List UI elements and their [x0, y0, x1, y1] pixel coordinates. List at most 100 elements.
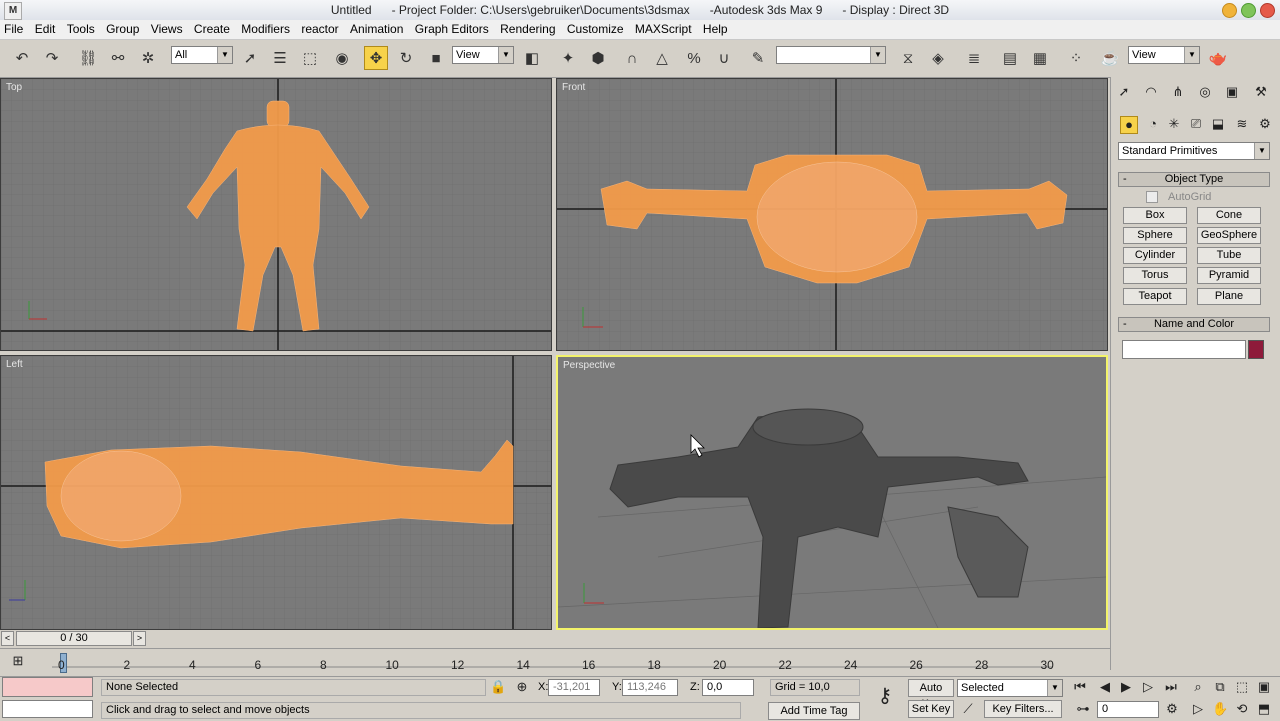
viewport-left-label[interactable]: Left: [6, 359, 23, 370]
menu-maxscript[interactable]: MAXScript: [631, 20, 696, 36]
field-of-view-icon[interactable]: ▷: [1190, 701, 1206, 717]
time-configuration-icon[interactable]: ⚙: [1164, 701, 1180, 717]
quick-render-icon[interactable]: 🫖: [1206, 46, 1230, 70]
menu-views[interactable]: Views: [147, 20, 187, 36]
time-slider-thumb[interactable]: 0 / 30: [16, 631, 132, 646]
name-and-color-rollout[interactable]: - Name and Color: [1118, 317, 1270, 332]
menu-modifiers[interactable]: Modifiers: [237, 20, 294, 36]
absolute-transform-icon[interactable]: ⊕: [514, 679, 530, 695]
render-setup-icon[interactable]: ☕: [1098, 46, 1122, 70]
angle-snap-icon[interactable]: △: [650, 46, 674, 70]
viewport-front[interactable]: Front: [556, 78, 1108, 351]
pan-view-icon[interactable]: ✋: [1212, 701, 1228, 717]
object-type-rollout[interactable]: - Object Type: [1118, 172, 1270, 187]
menu-create[interactable]: Create: [190, 20, 234, 36]
track-bar[interactable]: ⊞ 0 2 4 6 8 10 12 14 16 18 20 22 24 26 28 30: [0, 648, 1110, 676]
select-and-move-icon[interactable]: ✥: [364, 46, 388, 70]
category-dropdown[interactable]: Standard Primitives ▼: [1118, 142, 1270, 160]
unlink-icon[interactable]: ⚯: [106, 46, 130, 70]
schematic-view-icon[interactable]: ▦: [1028, 46, 1052, 70]
curve-editor-icon[interactable]: ▤: [998, 46, 1022, 70]
motion-tab-icon[interactable]: ◎: [1197, 84, 1213, 100]
redo-icon[interactable]: ↷: [40, 46, 64, 70]
object-name-input[interactable]: [1122, 340, 1246, 359]
menu-edit[interactable]: Edit: [31, 20, 60, 36]
key-mode-toggle-icon[interactable]: ⊶: [1075, 701, 1091, 717]
key-filters-button[interactable]: Key Filters...: [984, 700, 1062, 718]
modify-tab-icon[interactable]: ◠: [1143, 84, 1159, 100]
teapot-button[interactable]: Teapot: [1123, 288, 1187, 305]
shapes-category-icon[interactable]: ◔: [1145, 116, 1161, 132]
layer-manager-icon[interactable]: ≣: [962, 46, 986, 70]
default-in-out-tangent-icon[interactable]: ⟋: [960, 701, 976, 717]
systems-category-icon[interactable]: ⚙: [1257, 116, 1273, 132]
close-button[interactable]: [1260, 3, 1275, 18]
percent-snap-icon[interactable]: %: [682, 46, 706, 70]
lock-selection-icon[interactable]: 🔒: [490, 679, 506, 695]
select-and-scale-icon[interactable]: ■: [424, 46, 448, 70]
object-color-swatch[interactable]: [1248, 340, 1264, 359]
go-to-start-icon[interactable]: ⏮: [1072, 679, 1088, 695]
select-and-rotate-icon[interactable]: ↻: [394, 46, 418, 70]
viewport-perspective-label[interactable]: Perspective: [563, 360, 615, 371]
menu-animation[interactable]: Animation: [346, 20, 407, 36]
bind-space-warp-icon[interactable]: ✲: [136, 46, 160, 70]
time-slider-prev-button[interactable]: <: [1, 631, 14, 646]
window-crossing-icon[interactable]: ◉: [330, 46, 354, 70]
select-object-icon[interactable]: ➚: [238, 46, 262, 70]
named-selection-dropdown[interactable]: ▼: [776, 46, 886, 64]
torus-button[interactable]: Torus: [1123, 267, 1187, 284]
viewport-front-label[interactable]: Front: [562, 82, 585, 93]
time-slider-track[interactable]: [0, 630, 1110, 647]
sphere-button[interactable]: Sphere: [1123, 227, 1187, 244]
menu-graph-editors[interactable]: Graph Editors: [411, 20, 493, 36]
menu-rendering[interactable]: Rendering: [496, 20, 559, 36]
minimize-button[interactable]: [1222, 3, 1237, 18]
key-mode-dropdown[interactable]: Selected ▼: [957, 679, 1063, 697]
open-mini-curve-editor-icon[interactable]: ⊞: [10, 653, 26, 669]
mirror-icon[interactable]: ⧖: [896, 46, 920, 70]
space-warps-category-icon[interactable]: ≋: [1234, 116, 1250, 132]
keyboard-shortcut-override-icon[interactable]: ⬢: [586, 46, 610, 70]
rectangular-selection-icon[interactable]: ⬚: [298, 46, 322, 70]
maxscript-listener-mini[interactable]: [2, 677, 93, 697]
snaps-toggle-icon[interactable]: ∩: [620, 46, 644, 70]
view-dropdown[interactable]: View ▼: [1128, 46, 1200, 64]
autogrid-checkbox[interactable]: [1146, 191, 1158, 203]
spinner-snap-icon[interactable]: ∪: [712, 46, 736, 70]
cylinder-button[interactable]: Cylinder: [1123, 247, 1187, 264]
material-editor-icon[interactable]: ⁘: [1064, 46, 1088, 70]
display-tab-icon[interactable]: ▣: [1224, 84, 1240, 100]
menu-tools[interactable]: Tools: [63, 20, 99, 36]
utilities-tab-icon[interactable]: ⚒: [1253, 84, 1269, 100]
menu-file[interactable]: File: [0, 20, 27, 36]
viewport-left[interactable]: Left: [0, 355, 552, 630]
pyramid-button[interactable]: Pyramid: [1197, 267, 1261, 284]
viewport-top-label[interactable]: Top: [6, 82, 22, 93]
plane-button[interactable]: Plane: [1197, 288, 1261, 305]
zoom-icon[interactable]: ⌕: [1190, 679, 1206, 695]
arc-rotate-icon[interactable]: ⟲: [1234, 701, 1250, 717]
add-time-tag-button[interactable]: Add Time Tag: [768, 702, 860, 720]
viewport-perspective[interactable]: Perspective: [556, 355, 1108, 630]
auto-key-button[interactable]: Auto Key: [908, 679, 954, 710]
geosphere-button[interactable]: GeoSphere: [1197, 227, 1261, 244]
select-by-name-icon[interactable]: ☰: [268, 46, 292, 70]
lights-category-icon[interactable]: ✳: [1166, 116, 1182, 132]
create-tab-icon[interactable]: ➚: [1116, 84, 1132, 100]
next-frame-icon[interactable]: ▷: [1140, 679, 1156, 695]
geometry-category-icon[interactable]: ●: [1120, 116, 1138, 134]
z-coord-input[interactable]: 0,0: [702, 679, 754, 696]
cameras-category-icon[interactable]: ⎚: [1188, 116, 1204, 132]
reference-coordinate-dropdown[interactable]: View ▼: [452, 46, 514, 64]
set-key-button[interactable]: Set Key: [908, 700, 954, 718]
set-key-icon[interactable]: ⚷: [872, 686, 898, 706]
edit-named-selection-icon[interactable]: ✎: [746, 46, 770, 70]
selection-filter-dropdown[interactable]: All ▼: [171, 46, 233, 64]
undo-icon[interactable]: ↶: [10, 46, 34, 70]
maximize-button[interactable]: [1241, 3, 1256, 18]
current-frame-input[interactable]: 0: [1097, 701, 1159, 718]
pivot-center-icon[interactable]: ◧: [520, 46, 544, 70]
previous-frame-icon[interactable]: ◀: [1097, 679, 1113, 695]
menu-group[interactable]: Group: [102, 20, 143, 36]
